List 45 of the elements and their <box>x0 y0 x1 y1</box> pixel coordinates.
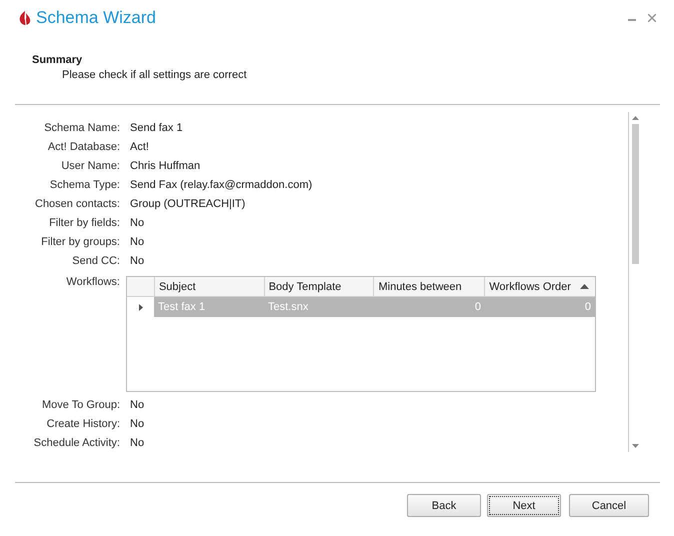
field-value: Group (OUTREACH|IT) <box>130 198 246 210</box>
field-value: No <box>130 399 144 411</box>
field-label: Schema Name: <box>43 122 121 134</box>
field-value: No <box>130 437 144 449</box>
table-cell: Test.snx <box>264 297 374 317</box>
section-subtitle: Please check if all settings are correct <box>62 69 248 81</box>
column-header[interactable]: Body Template <box>264 277 374 297</box>
field-label: User Name: <box>60 160 121 172</box>
scroll-down-icon[interactable] <box>632 444 638 448</box>
table-cell: 0 <box>374 297 485 317</box>
field-label: Filter by groups: <box>40 236 121 248</box>
field-value: No <box>130 418 144 430</box>
field-label: Workflows: <box>65 276 121 288</box>
field-value: Act! <box>130 141 149 153</box>
field-value: No <box>130 217 144 229</box>
section-title: Summary <box>32 54 84 66</box>
column-header[interactable]: Minutes between <box>374 277 486 297</box>
flame-logo-icon <box>19 11 31 25</box>
field-value: Send Fax (relay.fax@crmaddon.com) <box>130 179 312 191</box>
back-button[interactable]: Back <box>407 494 481 517</box>
field-value: No <box>130 255 144 267</box>
sort-ascending-icon <box>580 284 589 289</box>
field-value: Send fax 1 <box>130 122 183 134</box>
field-value: Chris Huffman <box>130 160 200 172</box>
next-button[interactable]: Next <box>487 494 561 517</box>
column-header[interactable]: Workflows Order <box>485 277 595 297</box>
close-icon[interactable] <box>648 14 656 22</box>
table-cell: 0 <box>485 297 595 317</box>
column-header[interactable]: Subject <box>154 277 265 297</box>
field-label: Schedule Activity: <box>32 437 121 449</box>
scrollbar[interactable] <box>628 112 641 452</box>
field-label: Filter by fields: <box>48 217 121 229</box>
grid-corner-cell <box>127 277 155 297</box>
field-value: No <box>130 236 144 248</box>
table-cell: Test fax 1 <box>154 297 264 317</box>
cancel-button[interactable]: Cancel <box>569 494 649 517</box>
field-label: Send CC: <box>71 255 121 267</box>
field-label: Chosen contacts: <box>34 198 121 210</box>
window-title: Schema Wizard <box>36 8 156 28</box>
scroll-up-icon[interactable] <box>632 116 638 120</box>
field-label: Move To Group: <box>40 399 121 411</box>
field-label: Create History: <box>46 418 121 430</box>
field-label: Act! Database: <box>46 141 121 153</box>
row-pointer-icon <box>138 304 142 310</box>
field-label: Schema Type: <box>48 179 121 191</box>
